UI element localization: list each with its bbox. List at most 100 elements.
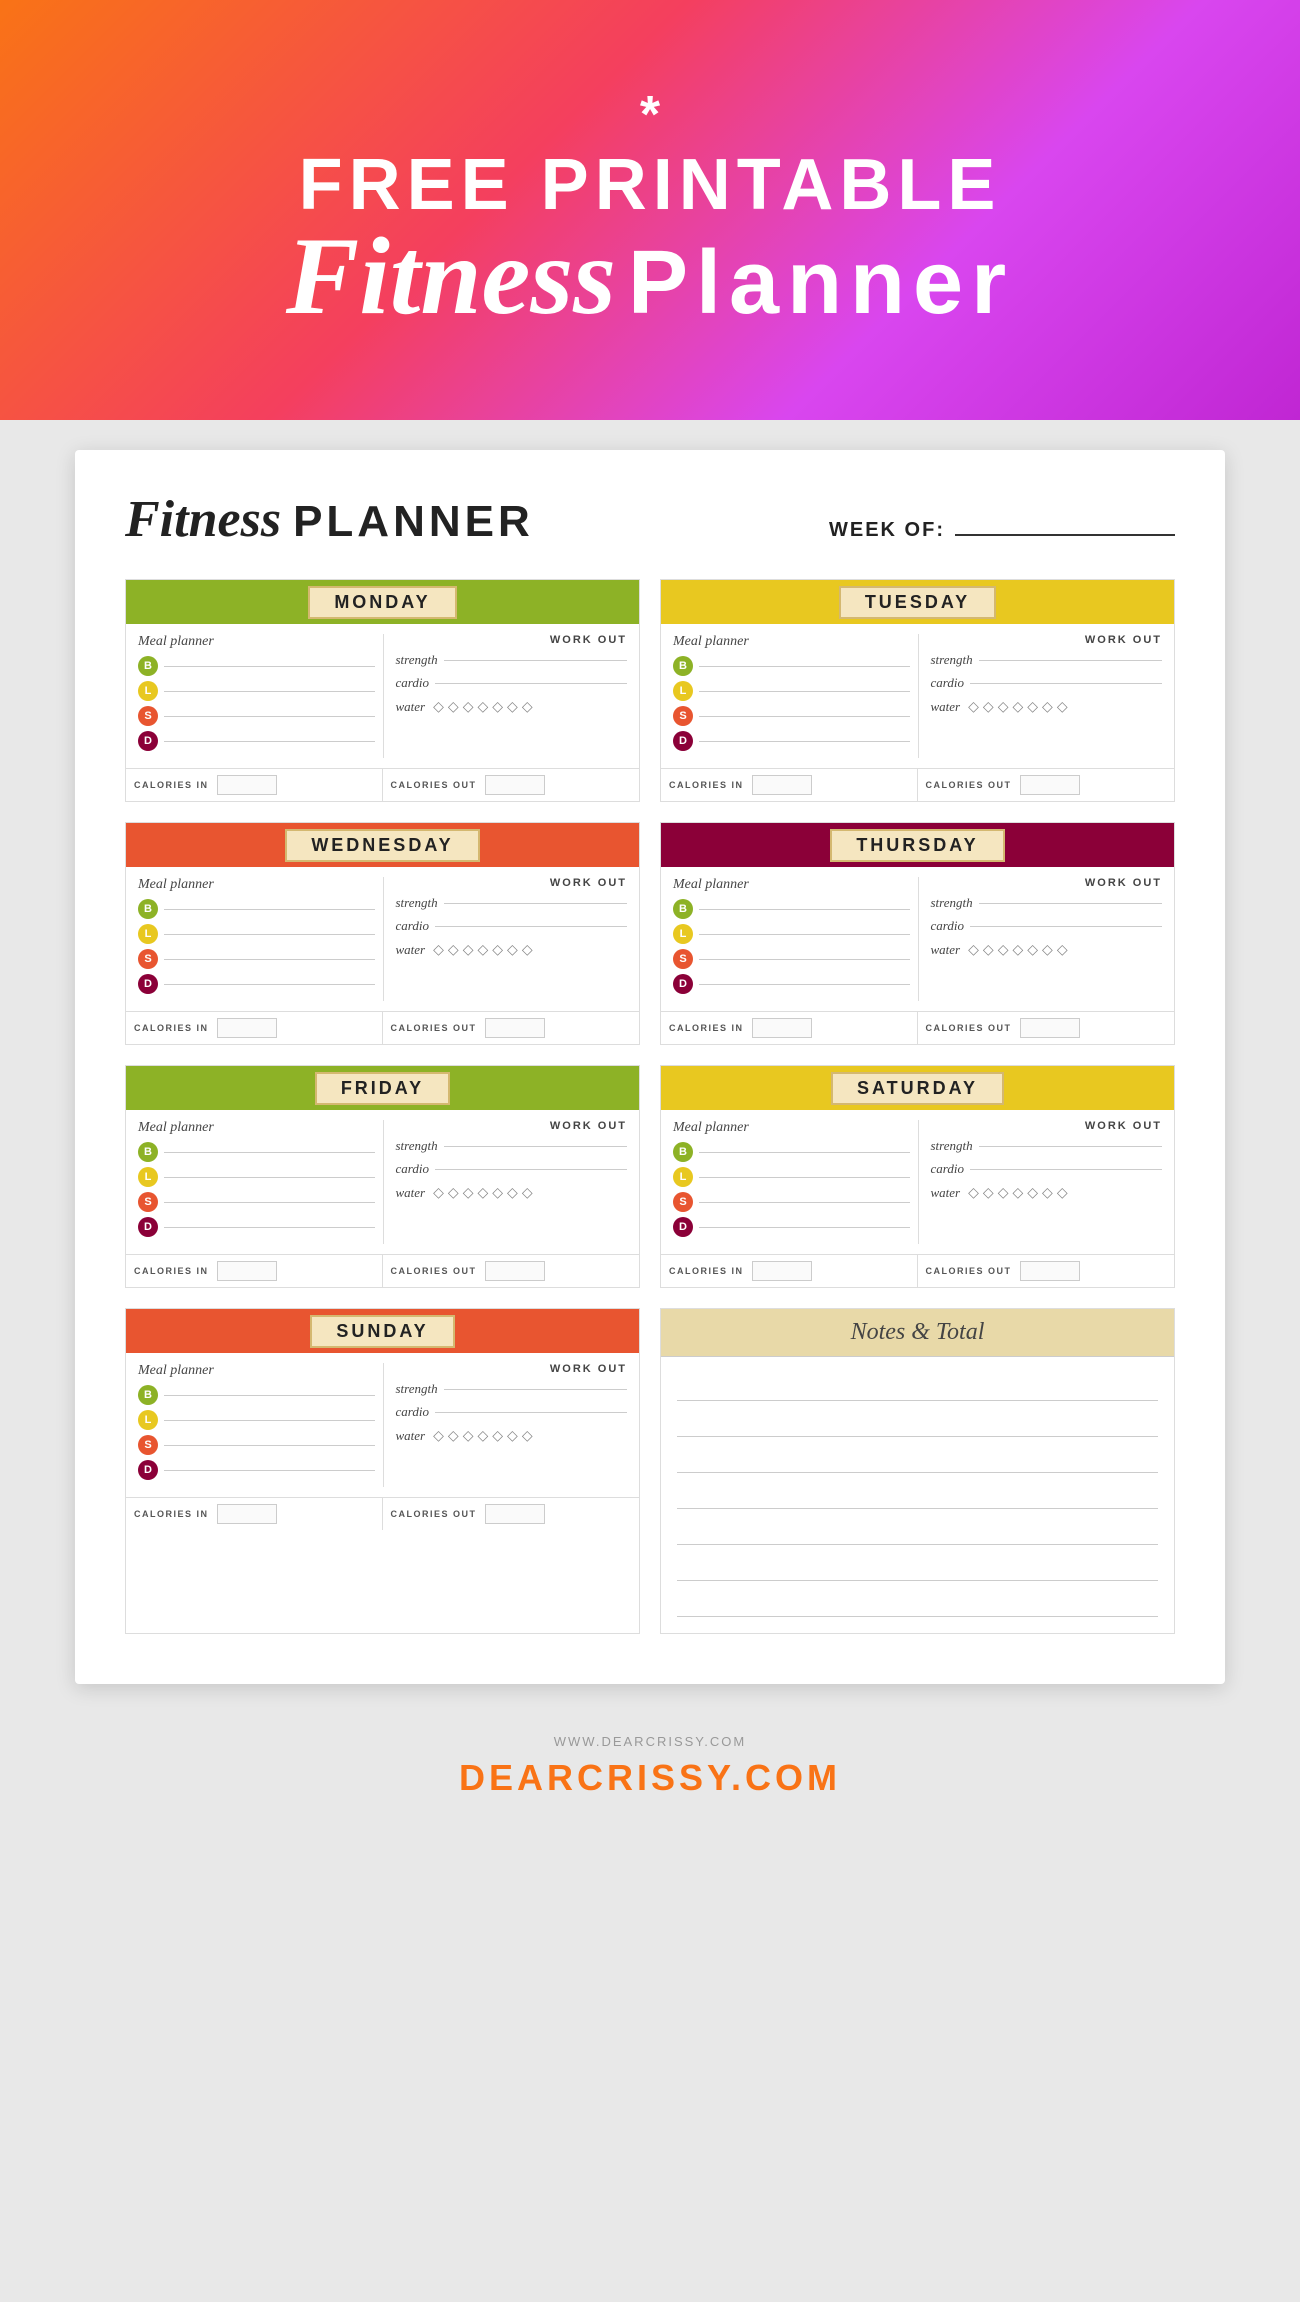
meal-line-s (699, 716, 910, 717)
meal-title-sunday: Meal planner (138, 1363, 375, 1379)
meal-badge-d: D (673, 1217, 693, 1237)
meal-line-s (164, 716, 375, 717)
water-drop-icon: ◇ (448, 1427, 459, 1444)
cardio-row-wednesday: cardio (396, 918, 628, 934)
cardio-line-sunday (435, 1412, 627, 1413)
planner-title: Fitness PLANNER (125, 490, 534, 549)
notes-line (677, 1369, 1158, 1401)
notes-body (661, 1357, 1174, 1633)
meal-item-l-monday: L (138, 681, 375, 701)
meal-title-tuesday: Meal planner (673, 634, 910, 650)
meal-section-saturday: Meal planner B L S (673, 1120, 918, 1244)
workout-title-wednesday: WORK OUT (396, 877, 628, 889)
meal-badge-d: D (673, 731, 693, 751)
water-drop-icon: ◇ (1042, 941, 1053, 958)
water-label-monday: water (396, 699, 426, 715)
strength-line-thursday (979, 903, 1162, 904)
week-of-section: WEEK OF: (829, 519, 1175, 542)
calories-in-value-tuesday (752, 775, 812, 795)
water-drop-icon: ◇ (998, 941, 1009, 958)
cardio-label-tuesday: cardio (931, 675, 964, 691)
strength-row-sunday: strength (396, 1381, 628, 1397)
calories-in-label-monday: CALORIES IN (134, 780, 209, 790)
water-drop-icon: ◇ (433, 1427, 444, 1444)
meal-section-sunday: Meal planner B L S (138, 1363, 383, 1487)
meal-badge-d: D (138, 974, 158, 994)
meal-line-b (164, 1395, 375, 1396)
day-card-saturday: SATURDAY Meal planner B L S (660, 1065, 1175, 1288)
site-url: WWW.DEARCRISSY.COM (0, 1734, 1300, 1749)
day-label-monday: MONDAY (308, 586, 456, 619)
water-drop-icon: ◇ (492, 698, 503, 715)
meal-item-d-tuesday: D (673, 731, 910, 751)
meal-item-b-wednesday: B (138, 899, 375, 919)
meal-item-b-monday: B (138, 656, 375, 676)
calories-footer-monday: CALORIES IN CALORIES OUT (126, 768, 639, 801)
meal-badge-d: D (138, 1217, 158, 1237)
meal-items-sunday: B L S D (138, 1385, 375, 1480)
day-body-thursday: Meal planner B L S (661, 867, 1174, 1007)
meal-line-l (699, 691, 910, 692)
meal-items-wednesday: B L S D (138, 899, 375, 994)
meal-section-monday: Meal planner B L S (138, 634, 383, 758)
calories-footer-friday: CALORIES IN CALORIES OUT (126, 1254, 639, 1287)
calories-out-value-wednesday (485, 1018, 545, 1038)
calories-out-value-saturday (1020, 1261, 1080, 1281)
water-row-friday: water ◇◇◇◇◇◇◇ (396, 1184, 628, 1201)
calories-out-cell-friday: CALORIES OUT (383, 1255, 640, 1287)
water-drop-icon: ◇ (968, 941, 979, 958)
day-header-saturday: SATURDAY (661, 1066, 1174, 1110)
day-body-tuesday: Meal planner B L S (661, 624, 1174, 764)
workout-section-tuesday: WORK OUT strength cardio water ◇◇◇◇◇◇◇ (918, 634, 1163, 758)
meal-item-d-friday: D (138, 1217, 375, 1237)
meal-item-b-saturday: B (673, 1142, 910, 1162)
meal-badge-b: B (138, 1142, 158, 1162)
calories-out-label-sunday: CALORIES OUT (391, 1509, 477, 1519)
cardio-label-monday: cardio (396, 675, 429, 691)
meal-badge-s: S (673, 949, 693, 969)
meal-item-d-sunday: D (138, 1460, 375, 1480)
meal-line-d (699, 741, 910, 742)
water-row-tuesday: water ◇◇◇◇◇◇◇ (931, 698, 1163, 715)
meal-section-wednesday: Meal planner B L S (138, 877, 383, 1001)
day-label-tuesday: TUESDAY (839, 586, 996, 619)
water-drop-icon: ◇ (463, 941, 474, 958)
meal-badge-d: D (138, 1460, 158, 1480)
calories-in-label-thursday: CALORIES IN (669, 1023, 744, 1033)
strength-label-wednesday: strength (396, 895, 438, 911)
cardio-line-wednesday (435, 926, 627, 927)
calories-out-value-thursday (1020, 1018, 1080, 1038)
water-drop-icon: ◇ (998, 698, 1009, 715)
meal-line-s (699, 959, 910, 960)
water-drop-icon: ◇ (1027, 698, 1038, 715)
meal-item-l-sunday: L (138, 1410, 375, 1430)
cardio-label-wednesday: cardio (396, 918, 429, 934)
calories-out-cell-tuesday: CALORIES OUT (918, 769, 1175, 801)
cardio-label-thursday: cardio (931, 918, 964, 934)
meal-badge-s: S (673, 1192, 693, 1212)
calories-footer-tuesday: CALORIES IN CALORIES OUT (661, 768, 1174, 801)
day-label-sunday: SUNDAY (310, 1315, 454, 1348)
calories-out-cell-thursday: CALORIES OUT (918, 1012, 1175, 1044)
day-header-sunday: SUNDAY (126, 1309, 639, 1353)
planner-header: Fitness PLANNER WEEK OF: (125, 490, 1175, 549)
main-planner-card: Fitness PLANNER WEEK OF: MONDAY Meal pla… (75, 450, 1225, 1684)
cardio-label-sunday: cardio (396, 1404, 429, 1420)
workout-title-sunday: WORK OUT (396, 1363, 628, 1375)
day-header-monday: MONDAY (126, 580, 639, 624)
meal-item-d-thursday: D (673, 974, 910, 994)
calories-in-cell-wednesday: CALORIES IN (126, 1012, 383, 1044)
day-body-friday: Meal planner B L S (126, 1110, 639, 1250)
water-drop-icon: ◇ (477, 941, 488, 958)
meal-item-s-saturday: S (673, 1192, 910, 1212)
meal-item-b-tuesday: B (673, 656, 910, 676)
planner-fitness-label: Fitness (125, 490, 281, 549)
water-drop-icon: ◇ (477, 698, 488, 715)
meal-item-s-sunday: S (138, 1435, 375, 1455)
meal-badge-s: S (673, 706, 693, 726)
meal-item-s-thursday: S (673, 949, 910, 969)
meal-badge-l: L (673, 681, 693, 701)
meal-badge-b: B (673, 1142, 693, 1162)
calories-in-value-saturday (752, 1261, 812, 1281)
calories-in-cell-thursday: CALORIES IN (661, 1012, 918, 1044)
